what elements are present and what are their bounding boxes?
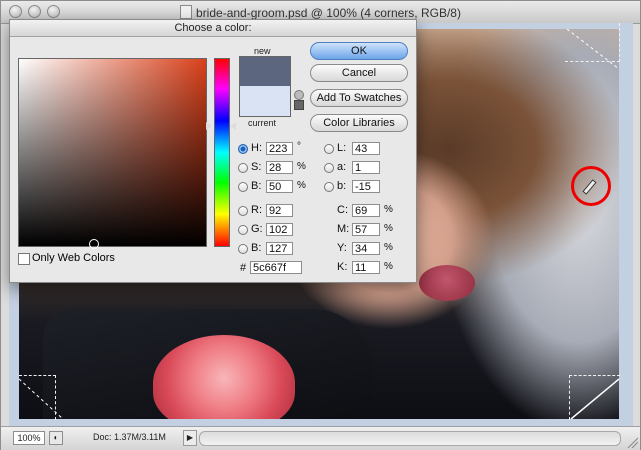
status-bar: 100% ◐ Doc: 1.37M/3.11M ▶ bbox=[1, 426, 640, 450]
window-title: bride-and-groom.psd @ 100% (4 corners, R… bbox=[1, 5, 640, 20]
out-of-gamut-warning-icon[interactable] bbox=[294, 90, 304, 100]
hue-radio[interactable] bbox=[238, 144, 248, 154]
yellow-input[interactable]: 34 bbox=[352, 242, 380, 255]
status-menu-arrow-icon[interactable]: ▶ bbox=[183, 430, 197, 446]
color-picker-dialog: Choose a color: new current OK Cancel Ad… bbox=[9, 19, 417, 283]
current-color-swatch[interactable] bbox=[239, 86, 291, 117]
black-label: K: bbox=[337, 261, 348, 273]
blue-input[interactable]: 127 bbox=[266, 242, 293, 255]
hue-input[interactable]: 223 bbox=[266, 142, 293, 155]
current-color-label: current bbox=[248, 118, 277, 128]
blue-radio[interactable] bbox=[238, 244, 248, 254]
only-web-colors-checkbox[interactable] bbox=[18, 253, 30, 265]
hue-slider[interactable] bbox=[214, 58, 230, 247]
red-input[interactable]: 92 bbox=[266, 204, 293, 217]
hex-label: # bbox=[240, 262, 247, 274]
corner-selection-bottom-left bbox=[19, 375, 56, 420]
window-title-text: bride-and-groom.psd @ 100% (4 corners, R… bbox=[196, 6, 461, 20]
magenta-unit: % bbox=[384, 223, 393, 234]
document-size-info: Doc: 1.37M/3.11M bbox=[93, 432, 166, 442]
saturation-input[interactable]: 28 bbox=[266, 161, 293, 174]
document-icon bbox=[180, 5, 193, 19]
zoom-level-field[interactable]: 100% bbox=[13, 431, 45, 445]
lab-l-input[interactable]: 43 bbox=[352, 142, 380, 155]
lab-a-radio[interactable] bbox=[324, 163, 334, 173]
lab-b-radio[interactable] bbox=[324, 182, 334, 192]
red-radio[interactable] bbox=[238, 206, 248, 216]
new-color-label: new bbox=[254, 46, 271, 56]
red-label: R: bbox=[251, 204, 262, 216]
cyan-label: C: bbox=[337, 204, 348, 216]
black-unit: % bbox=[384, 261, 393, 272]
lab-b-input[interactable]: -15 bbox=[352, 180, 380, 193]
cancel-button[interactable]: Cancel bbox=[310, 64, 408, 82]
only-web-colors-label: Only Web Colors bbox=[32, 252, 115, 264]
yellow-unit: % bbox=[384, 242, 393, 253]
corner-selection-bottom-right bbox=[569, 375, 620, 420]
corner-selection-top-right bbox=[565, 23, 620, 62]
web-safe-cube-icon[interactable] bbox=[294, 100, 304, 110]
horizontal-scrollbar[interactable] bbox=[199, 431, 621, 446]
ok-button[interactable]: OK bbox=[310, 42, 408, 60]
yellow-label: Y: bbox=[337, 242, 347, 254]
black-input[interactable]: 11 bbox=[352, 261, 380, 274]
saturation-unit: % bbox=[297, 161, 306, 172]
cyan-input[interactable]: 69 bbox=[352, 204, 380, 217]
green-radio[interactable] bbox=[238, 225, 248, 235]
blue-label: B: bbox=[251, 242, 262, 254]
hue-slider-arrow-left-icon[interactable] bbox=[206, 122, 212, 130]
hue-label: H: bbox=[251, 142, 262, 154]
saturation-label: S: bbox=[251, 161, 262, 173]
lab-a-input[interactable]: 1 bbox=[352, 161, 380, 174]
hex-input[interactable]: 5c667f bbox=[250, 261, 302, 274]
color-field-marker[interactable] bbox=[89, 239, 99, 249]
resize-grip-icon[interactable] bbox=[626, 436, 638, 448]
brightness-input[interactable]: 50 bbox=[266, 180, 293, 193]
brightness-unit: % bbox=[297, 180, 306, 191]
cyan-unit: % bbox=[384, 204, 393, 215]
dialog-title: Choose a color: bbox=[10, 20, 416, 37]
hue-slider-arrow-right-icon[interactable] bbox=[230, 122, 236, 130]
lab-a-label: a: bbox=[337, 161, 347, 173]
green-input[interactable]: 102 bbox=[266, 223, 293, 236]
magenta-label: M: bbox=[337, 223, 350, 235]
lab-l-label: L: bbox=[337, 142, 347, 154]
navigator-icon[interactable]: ◐ bbox=[49, 431, 63, 445]
photoshop-document-window: bride-and-groom.psd @ 100% (4 corners, R… bbox=[0, 0, 641, 450]
add-to-swatches-button[interactable]: Add To Swatches bbox=[310, 89, 408, 107]
color-field[interactable] bbox=[18, 58, 207, 249]
hue-unit: ° bbox=[297, 141, 301, 152]
brightness-label: B: bbox=[251, 180, 262, 192]
lab-l-radio[interactable] bbox=[324, 144, 334, 154]
saturation-radio[interactable] bbox=[238, 163, 248, 173]
green-label: G: bbox=[251, 223, 263, 235]
magenta-input[interactable]: 57 bbox=[352, 223, 380, 236]
brightness-radio[interactable] bbox=[238, 182, 248, 192]
new-color-swatch bbox=[239, 56, 291, 87]
color-libraries-button[interactable]: Color Libraries bbox=[310, 114, 408, 132]
lab-b-label: b: bbox=[337, 180, 347, 192]
